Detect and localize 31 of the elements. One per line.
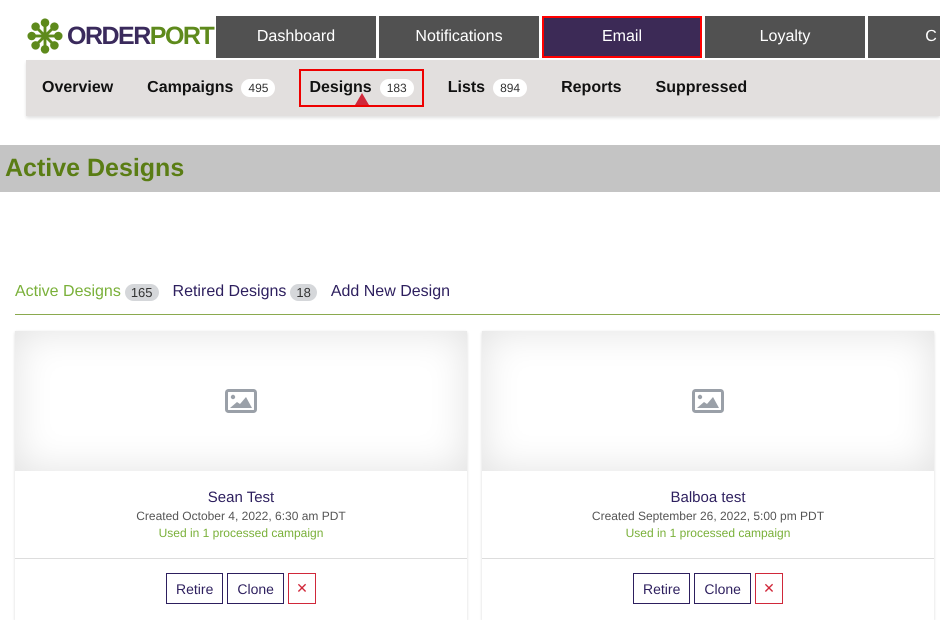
design-tab[interactable]: Active Designs 165 [15,283,173,301]
subnav-tab[interactable]: Overview [32,69,124,107]
delete-button[interactable]: ✕ [288,573,316,604]
usage-text: Used in 1 processed campaign [158,526,324,540]
subnav-tab[interactable]: Lists 894 [438,69,538,107]
image-icon [692,389,724,413]
action-button[interactable]: Clone [694,573,751,604]
created-date: Created September 26, 2022, 5:00 pm PDT [592,509,824,523]
nav-tab[interactable]: C [868,16,940,58]
subnav-tab[interactable]: Suppressed [646,69,758,107]
image-icon [225,389,257,413]
subnav-tab[interactable]: Campaigns 495 [137,69,286,107]
usage-text: Used in 1 processed campaign [626,526,790,540]
action-button[interactable]: Retire [166,573,224,604]
logo-text: ORDERPORT [67,22,214,50]
subnav-tab[interactable]: Reports [551,69,632,107]
design-tab[interactable]: Add New Design [330,283,464,301]
design-name[interactable]: Balboa test [670,489,746,506]
delete-button[interactable]: ✕ [754,573,783,604]
action-button[interactable]: Clone [227,573,284,604]
nav-tab[interactable]: Notifications [379,16,539,58]
design-name[interactable]: Sean Test [208,489,274,506]
nav-tab[interactable]: Dashboard [216,16,376,58]
flower-logo-icon [26,17,64,55]
nav-tab[interactable]: Loyalty [705,16,865,58]
nav-tab[interactable]: Email [542,16,702,58]
created-date: Created October 4, 2022, 6:30 am PDT [136,509,346,523]
subnav-tab[interactable]: Designs 183 [299,69,424,107]
action-button[interactable]: Retire [633,573,690,604]
page-title: Active Designs [5,154,184,183]
design-tab[interactable]: Retired Designs 18 [172,283,331,301]
